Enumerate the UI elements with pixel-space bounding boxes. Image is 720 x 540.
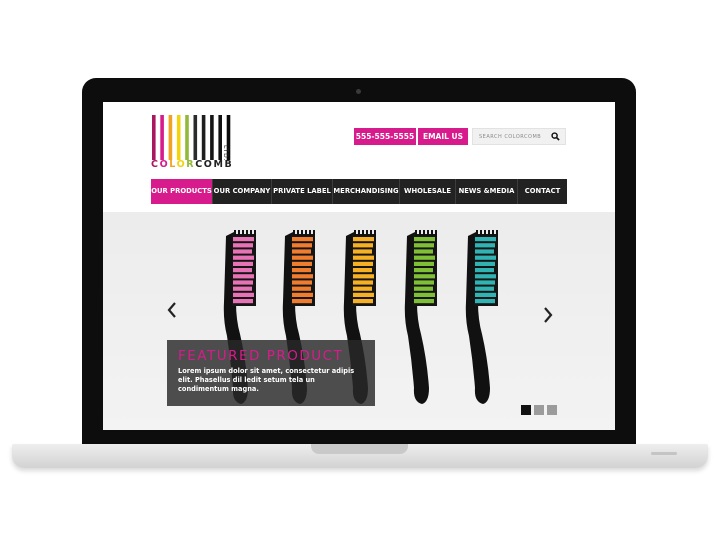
laptop-notch xyxy=(311,444,408,454)
logo-letter: O xyxy=(159,159,170,170)
featured-product-box: FEATURED PRODUCT Lorem ipsum dolor sit a… xyxy=(167,340,375,406)
nav-our-products[interactable]: OUR PRODUCTS xyxy=(151,179,213,204)
nav-private-label[interactable]: PRIVATE LABEL xyxy=(272,179,333,204)
nav-our-company[interactable]: OUR COMPANY xyxy=(213,179,272,204)
featured-product-title: FEATURED PRODUCT xyxy=(178,348,344,364)
nav-contact[interactable]: CONTACT xyxy=(518,179,567,204)
comb-image xyxy=(404,230,437,404)
email-us-button[interactable]: EMAIL US xyxy=(418,128,468,145)
logo-bar xyxy=(193,115,198,160)
logo-bar xyxy=(210,115,214,160)
search-input[interactable] xyxy=(479,130,547,143)
logo-bar xyxy=(152,115,156,160)
phone-button[interactable]: 555-555-5555 xyxy=(354,128,416,145)
main-nav: OUR PRODUCTS OUR COMPANY PRIVATE LABEL M… xyxy=(151,179,567,204)
search-box xyxy=(472,128,566,145)
slider-dot[interactable] xyxy=(521,405,531,415)
colorcomb-logo[interactable]: COLORCOMB LTD. xyxy=(151,115,241,175)
hero-slider: FEATURED PRODUCT Lorem ipsum dolor sit a… xyxy=(103,212,615,430)
nav-wholesale[interactable]: WHOLESALE xyxy=(400,179,456,204)
logo-bar xyxy=(185,115,189,160)
logo-letter: O xyxy=(176,159,187,170)
logo-letter: R xyxy=(186,159,196,170)
slider-dots xyxy=(521,405,557,415)
logo-ltd: LTD. xyxy=(222,145,229,162)
comb-image xyxy=(465,230,498,404)
slider-next-arrow[interactable] xyxy=(541,305,555,325)
nav-merchandising[interactable]: MERCHANDISING xyxy=(333,179,400,204)
logo-bar xyxy=(160,115,164,160)
slider-dot[interactable] xyxy=(534,405,544,415)
logo-bar xyxy=(201,115,206,160)
logo-letter: C xyxy=(151,159,160,170)
laptop-led xyxy=(651,452,677,455)
logo-letter: C xyxy=(195,159,204,170)
slider-prev-arrow[interactable] xyxy=(165,300,179,320)
laptop-screen: COLORCOMB LTD. 555-555-5555 EMAIL US OUR… xyxy=(103,102,615,430)
featured-product-text: Lorem ipsum dolor sit amet, consectetur … xyxy=(178,367,355,393)
webcam xyxy=(356,89,361,94)
slider-dot[interactable] xyxy=(547,405,557,415)
logo-letter: L xyxy=(169,159,177,170)
logo-bar xyxy=(176,115,181,160)
search-icon[interactable] xyxy=(551,132,560,141)
nav-news-media[interactable]: NEWS &MEDIA xyxy=(456,179,518,204)
logo-bar xyxy=(168,115,173,160)
